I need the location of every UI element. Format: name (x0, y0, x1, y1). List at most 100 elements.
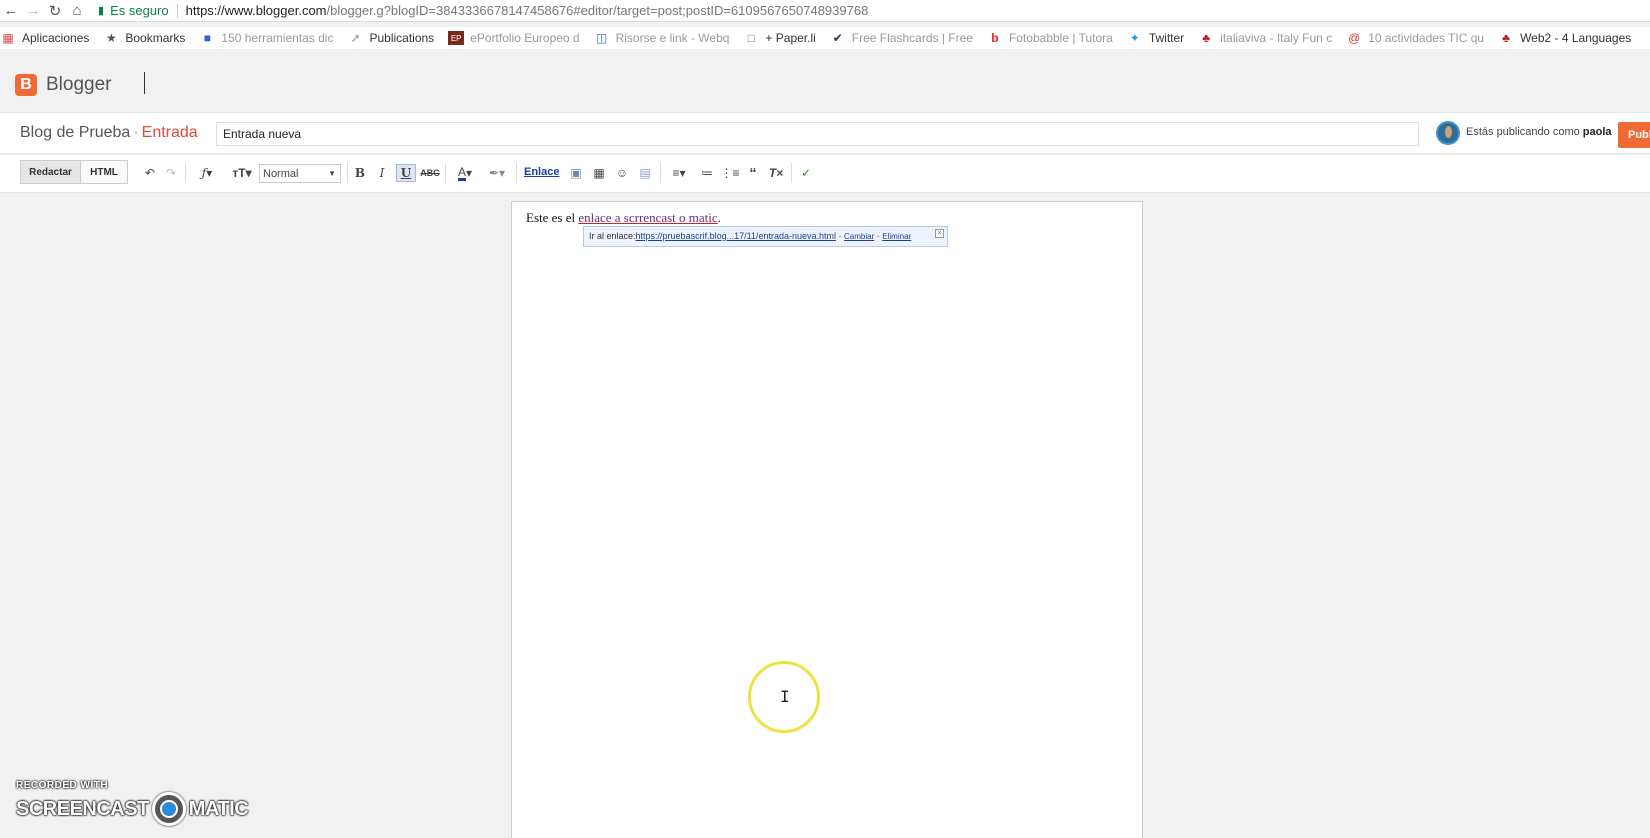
link-button[interactable]: Enlace (524, 166, 559, 178)
avatar[interactable] (1436, 121, 1460, 145)
plant-icon: ♣ (1502, 31, 1510, 45)
link-delete-button[interactable]: Eliminar (882, 232, 911, 241)
home-icon[interactable]: ⌂ (66, 0, 88, 22)
bookmark-10-actividades[interactable]: @ 10 actividades TIC qu (1346, 31, 1484, 45)
quote-icon[interactable]: “ (744, 164, 762, 182)
publishing-as-text: Estás publicando como paola (1466, 126, 1612, 138)
toolbar-divider (347, 163, 348, 183)
bookmark-web2-languages[interactable]: ♣ Web2 - 4 Languages (1498, 31, 1631, 45)
post-title-input[interactable] (216, 122, 1419, 146)
address-bar: ← → ↻ ⌂ ▮ Es seguro https://www.blogger.… (0, 0, 1650, 22)
bookmark-label: Bookmarks (125, 31, 186, 45)
close-icon[interactable]: × (935, 229, 944, 238)
page-icon: ■ (203, 31, 212, 45)
format-select[interactable]: Normal ▼ (259, 164, 341, 183)
url-field[interactable]: https://www.blogger.com/blogger.g?blogID… (186, 3, 869, 18)
bookmark-label: 10 actividades TIC qu (1368, 31, 1485, 45)
bookmark-label: ePortfolio Europeo d (470, 31, 580, 45)
toolbar-divider (185, 163, 186, 183)
back-icon[interactable]: ← (0, 0, 22, 22)
bulleted-list-icon[interactable]: ⋮≡ (721, 164, 740, 182)
bookmark-paperli[interactable]: □ + Paper.li (743, 31, 816, 45)
publishing-as-user: paola (1582, 126, 1612, 138)
underline-icon[interactable]: U (396, 164, 416, 182)
toolbar-divider (516, 163, 517, 183)
fotobabble-icon: b (991, 31, 999, 45)
link-bubble-separator: - (838, 231, 842, 241)
post-body[interactable]: Este es el enlace a scrrencast o matic. (526, 210, 721, 226)
bookmark-label: 150 herramientas dic (221, 31, 334, 45)
reload-icon[interactable]: ↻ (44, 0, 66, 22)
bookmark-italiaviva[interactable]: ♣ italiaviva - Italy Fun c (1198, 31, 1332, 45)
post-link[interactable]: enlace a scrrencast o matic (578, 210, 717, 225)
publish-button[interactable]: Publi (1618, 122, 1650, 148)
bookmark-free-flashcards[interactable]: ✔ Free Flashcards | Free (830, 31, 973, 45)
insert-video-icon[interactable]: ▦ (590, 164, 608, 182)
publishing-as-prefix: Estás publicando como (1466, 126, 1580, 138)
insert-emoji-icon[interactable]: ☺ (613, 164, 631, 182)
bookmark-label: Risorse e link - Webq (615, 31, 730, 45)
strikethrough-icon[interactable]: ABC (420, 164, 440, 182)
bookmark-risorse[interactable]: ◫ Risorse e link - Webq (594, 31, 730, 45)
font-family-icon[interactable]: ƒ▾ (194, 164, 220, 182)
bookmark-publications[interactable]: ➚ Publications (347, 31, 434, 45)
watermark-line1: RECORDED WITH (16, 780, 109, 791)
link-change-button[interactable]: Cambiar (844, 232, 874, 241)
eportfolio-icon: EP (448, 31, 465, 45)
insert-jump-break-icon[interactable]: ▤ (636, 164, 654, 182)
spellcheck-icon[interactable]: ✓ (797, 164, 815, 182)
link-bubble-separator: - (876, 231, 880, 241)
secure-label: Es seguro (110, 3, 169, 18)
bookmark-eportfolio[interactable]: EP ePortfolio Europeo d (448, 31, 580, 45)
undo-icon[interactable]: ↶ (142, 164, 158, 182)
bookmark-label: Free Flashcards | Free (851, 31, 973, 45)
text-color-icon[interactable]: A ▾ (452, 164, 478, 182)
bookmark-fotobabble[interactable]: b Fotobabble | Tutora (987, 31, 1113, 45)
html-mode-button[interactable]: HTML (80, 160, 128, 184)
link-bubble: Ir al enlace:https://pruebascrif.blog...… (583, 226, 948, 247)
bookmark-label: Twitter (1148, 31, 1185, 45)
breadcrumb-separator: · (133, 124, 139, 141)
editor-toolbar: Redactar HTML ↶ ↷ ƒ▾ тT▾ Normal ▼ B I U … (0, 155, 1650, 193)
alignment-icon[interactable]: ≡▾ (666, 164, 692, 182)
bookmark-twitter[interactable]: ✦ Twitter (1127, 31, 1184, 45)
forward-icon[interactable]: → (22, 0, 44, 22)
chevron-down-icon: ▼ (328, 169, 336, 178)
url-path: /blogger.g?blogID=3843336678147458676#ed… (326, 3, 869, 18)
bold-icon[interactable]: B (352, 164, 368, 182)
highlight-color-icon[interactable]: ✒▾ (484, 164, 510, 182)
at-icon: @ (1348, 31, 1361, 45)
post-editor[interactable]: Este es el enlace a scrrencast o matic. … (511, 201, 1143, 838)
star-icon: ★ (105, 31, 117, 45)
toolbar-divider (660, 163, 661, 183)
watermark-word1: SCREENCAST (16, 797, 149, 820)
bookmark-label: Publications (369, 31, 435, 45)
watermark-word2: MATIC (188, 797, 249, 820)
italic-icon[interactable]: I (374, 164, 390, 182)
body-text-end: . (717, 210, 721, 225)
numbered-list-icon[interactable]: ≔ (698, 164, 716, 182)
doc-icon: □ (747, 31, 756, 45)
screencast-logo-icon (151, 792, 186, 826)
plant-icon: ♣ (1202, 31, 1211, 45)
bookmark-apps[interactable]: ▦ Aplicaciones (0, 31, 89, 45)
bookmark-bookmarks[interactable]: ★ Bookmarks (103, 31, 185, 45)
bookmark-150-herramientas[interactable]: ■ 150 herramientas dic (199, 31, 334, 45)
check-icon: ✔ (832, 31, 843, 45)
compose-mode-button[interactable]: Redactar (20, 160, 81, 184)
blogger-logo[interactable]: B Blogger (15, 74, 112, 96)
clear-formatting-icon[interactable]: T× (767, 164, 785, 182)
blog-name[interactable]: Blog de Prueba (20, 124, 130, 141)
toolbar-divider (791, 163, 792, 183)
twitter-icon: ✦ (1129, 31, 1140, 45)
link-bubble-url[interactable]: https://pruebascrif.blog...17/11/entrada… (636, 231, 836, 241)
blogger-logo-icon: B (15, 74, 37, 96)
insert-image-icon[interactable]: ▣ (567, 164, 585, 182)
redo-icon[interactable]: ↷ (163, 164, 179, 182)
bookmark-label: italiaviva - Italy Fun c (1220, 31, 1333, 45)
bookmark-label: Fotobabble | Tutora (1008, 31, 1113, 45)
font-size-icon[interactable]: тT▾ (228, 164, 256, 182)
bookmark-label: Aplicaciones (22, 31, 90, 45)
link-bubble-prefix: Ir al enlace: (589, 231, 636, 241)
app-name: Blogger (46, 74, 112, 95)
